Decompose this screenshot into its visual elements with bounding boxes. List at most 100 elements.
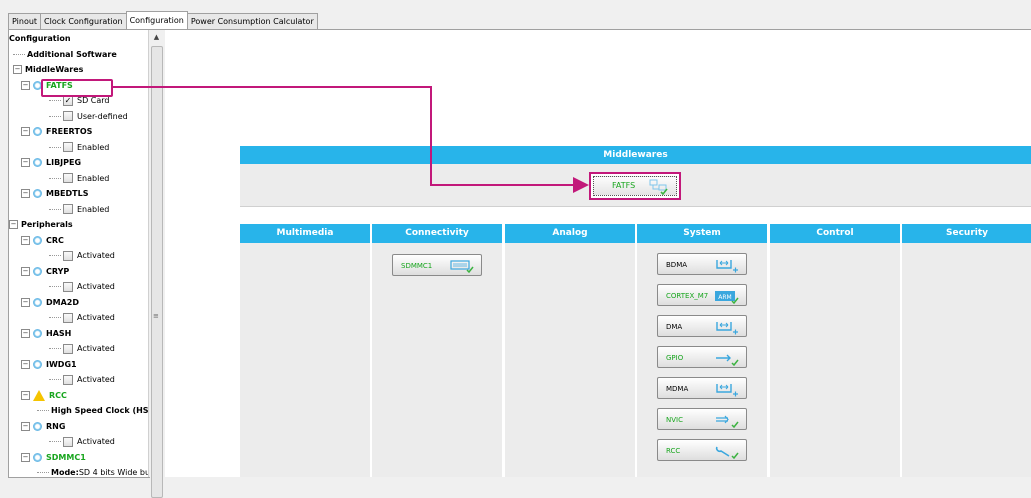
gear-dot-icon bbox=[33, 421, 42, 431]
cortex-m7-button[interactable]: CORTEX_M7 ARM bbox=[657, 284, 747, 306]
tree-item-crc[interactable]: − CRC bbox=[21, 233, 64, 248]
tree-item-hash[interactable]: − HASH bbox=[21, 326, 71, 341]
gear-dot-icon bbox=[33, 235, 42, 245]
checkbox[interactable]: ✓ bbox=[63, 95, 73, 106]
collapse-icon[interactable]: − bbox=[13, 65, 22, 74]
tree-item-sd-card[interactable]: ✓ SD Card bbox=[49, 93, 110, 108]
collapse-icon[interactable]: − bbox=[21, 266, 30, 276]
tree-item-fatfs[interactable]: − FATFS bbox=[21, 78, 73, 93]
tree-item-label: Peripherals bbox=[21, 220, 73, 229]
tree-item-label: RNG bbox=[46, 421, 66, 431]
tree-item-label: Activated bbox=[77, 313, 115, 322]
tree-item-activated[interactable]: Activated bbox=[49, 248, 115, 263]
tree-item-label: CRC bbox=[46, 235, 64, 245]
tree-item-rng[interactable]: − RNG bbox=[21, 419, 65, 434]
nvic-button[interactable]: NVIC bbox=[657, 408, 747, 430]
collapse-icon[interactable]: − bbox=[21, 421, 30, 431]
tree-item-libjpeg[interactable]: − LIBJPEG bbox=[21, 155, 81, 170]
tree-item-activated[interactable]: Activated bbox=[49, 310, 115, 325]
rcc-button[interactable]: RCC bbox=[657, 439, 747, 461]
tree-item-label: User-defined bbox=[77, 111, 128, 121]
tree-item-enabled[interactable]: Enabled bbox=[49, 202, 109, 217]
scroll-thumb[interactable] bbox=[151, 46, 163, 498]
gear-dot-icon bbox=[33, 328, 42, 338]
category-header-control: Control bbox=[770, 224, 900, 243]
peripheral-label: BDMA bbox=[666, 261, 688, 269]
tree-item-sd-4-bits-wide-bus[interactable]: Mode:SD 4 bits Wide bus bbox=[37, 465, 150, 477]
gear-dot-icon bbox=[33, 297, 42, 307]
checkbox[interactable] bbox=[63, 281, 73, 292]
tree-item-label: Activated bbox=[77, 437, 115, 446]
fatfs-button[interactable]: FATFS bbox=[589, 172, 681, 200]
collapse-icon[interactable]: − bbox=[9, 220, 18, 229]
collapse-icon[interactable]: − bbox=[21, 235, 30, 245]
tree-item-middlewares[interactable]: − MiddleWares bbox=[13, 62, 83, 77]
tree-item-activated[interactable]: Activated bbox=[49, 434, 115, 449]
tree-item-dma2d[interactable]: − DMA2D bbox=[21, 295, 79, 310]
collapse-icon[interactable]: − bbox=[21, 127, 30, 136]
tab-pinout[interactable]: Pinout bbox=[8, 13, 42, 29]
checkbox[interactable] bbox=[63, 173, 73, 183]
checkbox[interactable] bbox=[63, 312, 73, 323]
tree-item-label: SD 4 bits Wide bus bbox=[78, 468, 150, 477]
checkbox[interactable] bbox=[63, 111, 73, 121]
tree-item-activated[interactable]: Activated bbox=[49, 279, 115, 294]
checkbox[interactable] bbox=[63, 204, 73, 214]
tab-clock-configuration[interactable]: Clock Configuration bbox=[40, 13, 127, 29]
bdma-button[interactable]: BDMA bbox=[657, 253, 747, 275]
dma-icon bbox=[714, 258, 740, 283]
collapse-icon[interactable]: − bbox=[21, 390, 30, 400]
gear-dot-icon bbox=[33, 452, 42, 462]
tree-line bbox=[13, 53, 25, 55]
sdmmc1-button[interactable]: SDMMC1 bbox=[392, 254, 482, 276]
collapse-icon[interactable]: − bbox=[21, 189, 30, 198]
scroll-grip-icon: ≡ bbox=[153, 312, 159, 320]
tab-power-consumption-calculator[interactable]: Power Consumption Calculator bbox=[186, 13, 318, 29]
tree-item-cryp[interactable]: − CRYP bbox=[21, 264, 69, 279]
collapse-icon[interactable]: − bbox=[21, 452, 30, 462]
checkbox[interactable] bbox=[63, 142, 73, 152]
tree-item-enabled[interactable]: Enabled bbox=[49, 140, 109, 155]
tree-item-high-speed-clock-hs[interactable]: High Speed Clock (HS bbox=[37, 403, 149, 418]
tree-item-mbedtls[interactable]: − MBEDTLS bbox=[21, 186, 88, 201]
tree-item-user-defined[interactable]: User-defined bbox=[49, 109, 128, 124]
tree-item-label: HASH bbox=[46, 328, 72, 338]
tree-item-configuration[interactable]: Configuration bbox=[9, 31, 71, 46]
checkbox[interactable] bbox=[63, 343, 73, 354]
tree-item-additional-software[interactable]: Additional Software bbox=[13, 47, 117, 62]
category-header-system: System bbox=[637, 224, 767, 243]
mdma-button[interactable]: MDMA bbox=[657, 377, 747, 399]
dma-button[interactable]: DMA bbox=[657, 315, 747, 337]
checkbox[interactable] bbox=[63, 250, 73, 261]
wrench-icon bbox=[714, 444, 740, 469]
tree-item-activated[interactable]: Activated bbox=[49, 372, 115, 387]
collapse-icon[interactable]: − bbox=[21, 328, 30, 338]
tree-item-enabled[interactable]: Enabled bbox=[49, 171, 109, 186]
collapse-icon[interactable]: − bbox=[21, 359, 30, 369]
tree-item-rcc[interactable]: − RCC bbox=[21, 388, 67, 403]
tree-item-iwdg1[interactable]: − IWDG1 bbox=[21, 357, 77, 372]
tree-item-sdmmc1[interactable]: − SDMMC1 bbox=[21, 450, 86, 465]
scroll-up-icon[interactable]: ▲ bbox=[151, 33, 162, 43]
category-header-analog: Analog bbox=[505, 224, 635, 243]
dma-icon bbox=[714, 382, 740, 407]
tree-item-activated[interactable]: Activated bbox=[49, 341, 115, 356]
tree-item-freertos[interactable]: − FREERTOS bbox=[21, 124, 92, 139]
tree-item-label: IWDG1 bbox=[46, 359, 77, 369]
collapse-icon[interactable]: − bbox=[21, 297, 30, 307]
tree-line bbox=[49, 348, 61, 349]
tree-item-peripherals[interactable]: − Peripherals bbox=[9, 217, 73, 232]
collapse-icon[interactable]: − bbox=[21, 80, 30, 90]
peripheral-label: CORTEX_M7 bbox=[666, 292, 709, 300]
tree-item-label: FATFS bbox=[46, 80, 73, 90]
tree-item-label: MBEDTLS bbox=[46, 189, 89, 198]
checkbox[interactable] bbox=[63, 436, 73, 447]
tree-line bbox=[49, 100, 61, 101]
tree-scrollbar[interactable]: ▲ ≡ bbox=[148, 30, 166, 498]
tab-configuration[interactable]: Configuration bbox=[125, 11, 188, 29]
checkbox[interactable] bbox=[63, 374, 73, 385]
collapse-icon[interactable]: − bbox=[21, 158, 30, 167]
tree-line bbox=[49, 177, 61, 179]
gpio-button[interactable]: GPIO bbox=[657, 346, 747, 368]
tree-item-label: Enabled bbox=[77, 173, 110, 183]
